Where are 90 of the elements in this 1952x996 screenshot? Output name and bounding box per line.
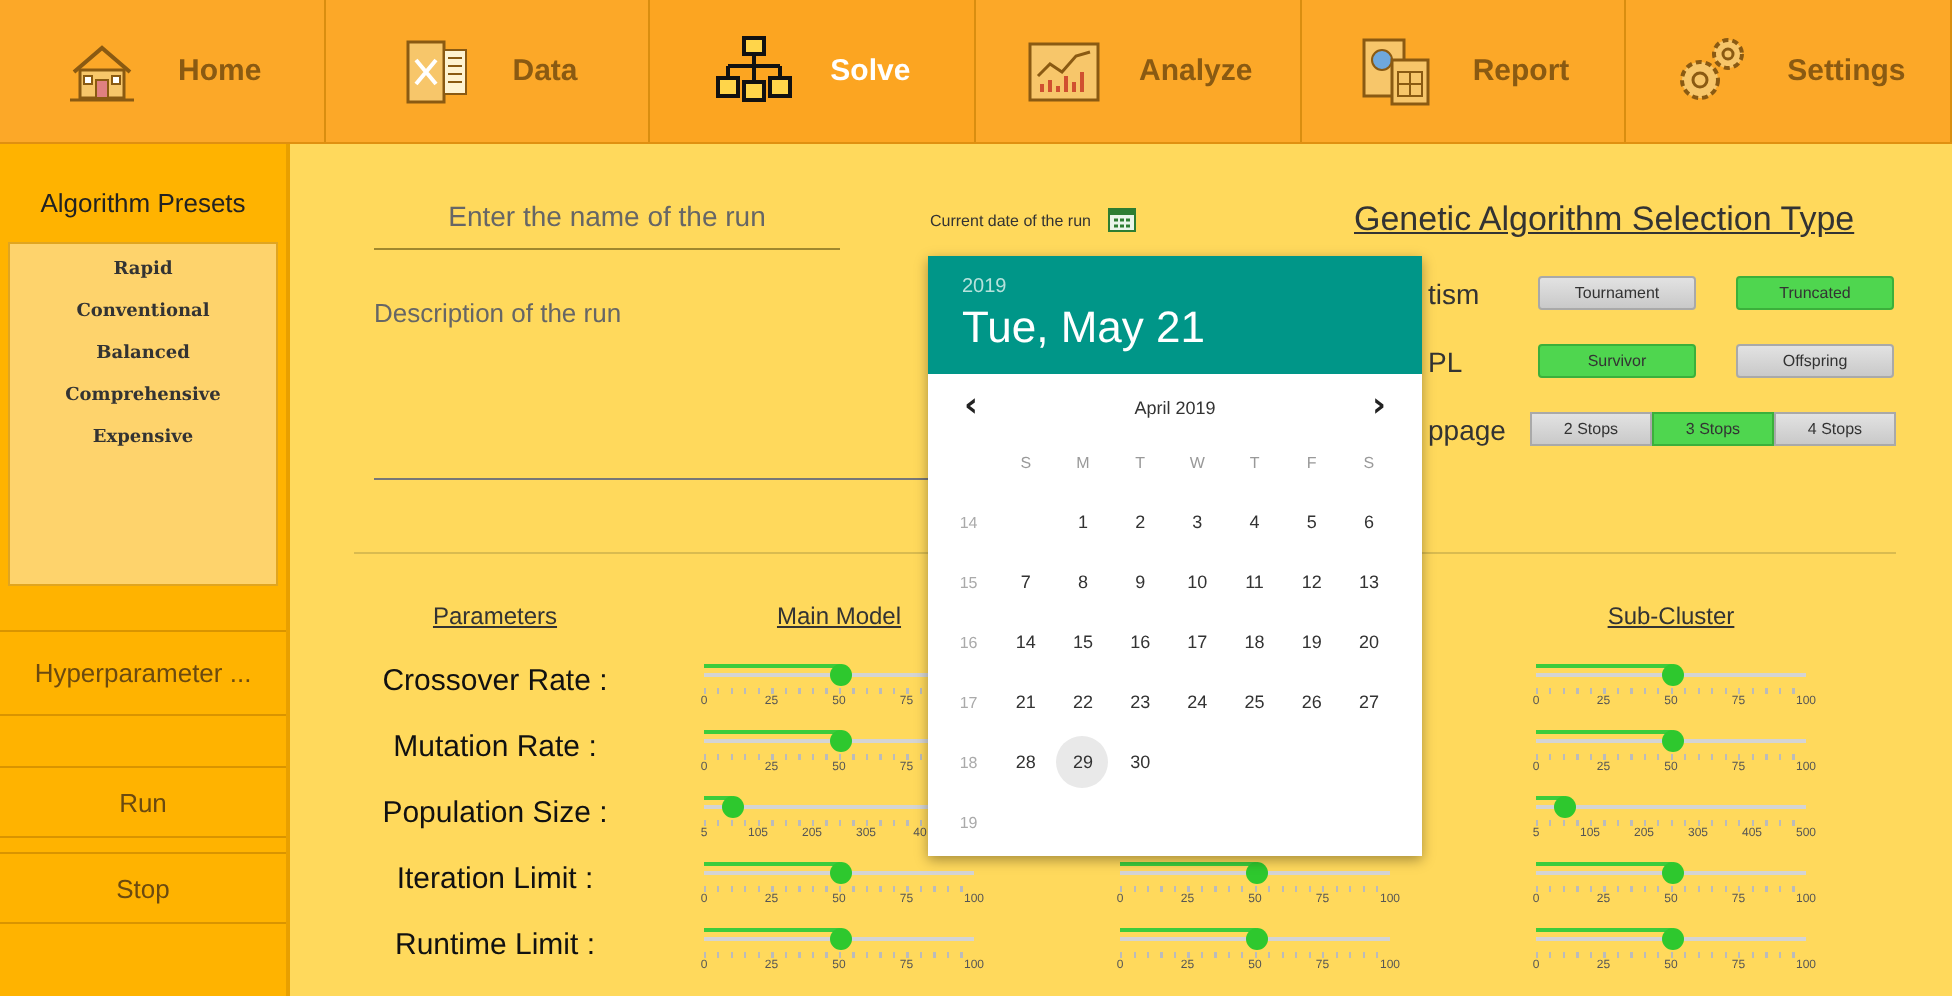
toggle-option[interactable]: Offspring xyxy=(1736,344,1894,378)
calendar-day[interactable]: 2 xyxy=(1114,496,1167,548)
calendar-day[interactable]: 28 xyxy=(999,736,1052,788)
calendar-day[interactable]: 26 xyxy=(1285,676,1338,728)
column-header: Main Model xyxy=(776,601,902,629)
slider-thumb[interactable] xyxy=(721,796,743,819)
week-number: 17 xyxy=(959,693,978,711)
toggle-option[interactable]: 3 Stops xyxy=(1652,412,1774,446)
section-title: Genetic Algorithm Selection Type xyxy=(1354,198,1857,240)
calendar-day[interactable]: 24 xyxy=(1171,676,1224,728)
weekday-label: S xyxy=(1020,453,1032,471)
preset-item[interactable]: Conventional xyxy=(76,302,210,322)
slider-thumb[interactable] xyxy=(1553,796,1575,819)
calendar-day[interactable]: 10 xyxy=(1171,556,1224,608)
week-number: 14 xyxy=(959,513,978,531)
calendar-day[interactable]: 30 xyxy=(1114,736,1167,788)
column-header: Parameters xyxy=(432,601,558,629)
slider-thumb[interactable] xyxy=(1661,730,1683,753)
toggle-option[interactable]: Truncated xyxy=(1736,276,1894,310)
week-number: 19 xyxy=(959,813,978,831)
selected-date: Tue, May 21 xyxy=(962,302,1205,354)
weekday-label: W xyxy=(1189,453,1205,471)
calendar-day[interactable]: 11 xyxy=(1228,556,1281,608)
slider-thumb[interactable] xyxy=(829,928,851,951)
toggle-option[interactable]: 2 Stops xyxy=(1530,412,1652,446)
parameter-label: Iteration Limit : xyxy=(396,862,594,896)
toggle-option[interactable]: 4 Stops xyxy=(1774,412,1896,446)
month-label: April 2019 xyxy=(1134,397,1216,417)
hyperparameter-button[interactable]: Hyperparameter ... xyxy=(0,630,286,716)
column-header: Sub-Cluster xyxy=(1607,601,1735,629)
toggle-option[interactable]: Tournament xyxy=(1538,276,1696,310)
calendar-day[interactable]: 9 xyxy=(1114,556,1167,608)
week-number: 16 xyxy=(959,633,978,651)
calendar-day[interactable]: 1 xyxy=(1056,496,1109,548)
calendar-day[interactable]: 7 xyxy=(999,556,1052,608)
toggle-option[interactable]: Survivor xyxy=(1538,344,1696,378)
calendar-day[interactable]: 8 xyxy=(1056,556,1109,608)
preset-item[interactable]: Balanced xyxy=(96,344,190,364)
calendar-day[interactable]: 18 xyxy=(1228,616,1281,668)
calendar-day[interactable]: 4 xyxy=(1228,496,1281,548)
calendar-day[interactable]: 12 xyxy=(1285,556,1338,608)
slider-thumb[interactable] xyxy=(1661,664,1683,687)
slider-thumb[interactable] xyxy=(1661,862,1683,885)
calendar-day[interactable]: 21 xyxy=(999,676,1052,728)
stop-button[interactable]: Stop xyxy=(0,852,286,924)
option-label: PL xyxy=(1428,345,1465,377)
parameter-label: Runtime Limit : xyxy=(394,928,596,962)
week-number: 15 xyxy=(959,573,978,591)
calendar-day[interactable]: 20 xyxy=(1342,616,1395,668)
weekday-label: S xyxy=(1363,453,1375,471)
slider-thumb[interactable] xyxy=(1245,928,1267,951)
parameter-label: Mutation Rate : xyxy=(393,730,597,764)
weekday-label: T xyxy=(1135,453,1146,471)
calendar-day[interactable]: 17 xyxy=(1171,616,1224,668)
week-number: 18 xyxy=(959,753,978,771)
calendar-day[interactable]: 25 xyxy=(1228,676,1281,728)
calendar-day[interactable]: 3 xyxy=(1171,496,1224,548)
parameter-label: Crossover Rate : xyxy=(382,664,608,698)
run-name-field[interactable]: Enter the name of the run xyxy=(374,192,840,250)
calendar-day[interactable]: 29 xyxy=(1056,736,1109,788)
parameter-label: Population Size : xyxy=(382,796,608,830)
calendar-day[interactable]: 5 xyxy=(1285,496,1338,548)
slider-thumb[interactable] xyxy=(1245,862,1267,885)
option-label: ppage xyxy=(1428,413,1508,445)
next-month-button[interactable]: › xyxy=(1371,390,1386,424)
weekday-label: T xyxy=(1249,453,1260,471)
preset-item[interactable]: Rapid xyxy=(113,260,173,280)
preset-item[interactable]: Comprehensive xyxy=(65,386,221,406)
calendar-icon[interactable] xyxy=(1107,206,1135,238)
calendar-day[interactable]: 15 xyxy=(1056,616,1109,668)
slider-thumb[interactable] xyxy=(1661,928,1683,951)
calendar-day[interactable]: 27 xyxy=(1342,676,1395,728)
calendar-day[interactable]: 6 xyxy=(1342,496,1395,548)
option-label: tism xyxy=(1428,277,1482,309)
calendar-day[interactable]: 19 xyxy=(1285,616,1338,668)
weekday-label: M xyxy=(1076,453,1090,471)
date-label: Current date of the run xyxy=(930,212,1091,230)
run-button[interactable]: Run xyxy=(0,766,286,838)
calendar-day[interactable]: 23 xyxy=(1114,676,1167,728)
slider-thumb[interactable] xyxy=(829,664,851,687)
presets-title: Algorithm Presets xyxy=(38,186,248,222)
calendar-day[interactable]: 16 xyxy=(1114,616,1167,668)
calendar-day[interactable]: 14 xyxy=(999,616,1052,668)
slider-thumb[interactable] xyxy=(829,730,851,753)
previous-month-button[interactable]: ‹ xyxy=(964,390,979,424)
weekday-label: F xyxy=(1306,453,1317,471)
preset-item[interactable]: Expensive xyxy=(92,428,194,448)
calendar-day[interactable]: 13 xyxy=(1342,556,1395,608)
calendar-day[interactable]: 22 xyxy=(1056,676,1109,728)
slider-thumb[interactable] xyxy=(829,862,851,885)
